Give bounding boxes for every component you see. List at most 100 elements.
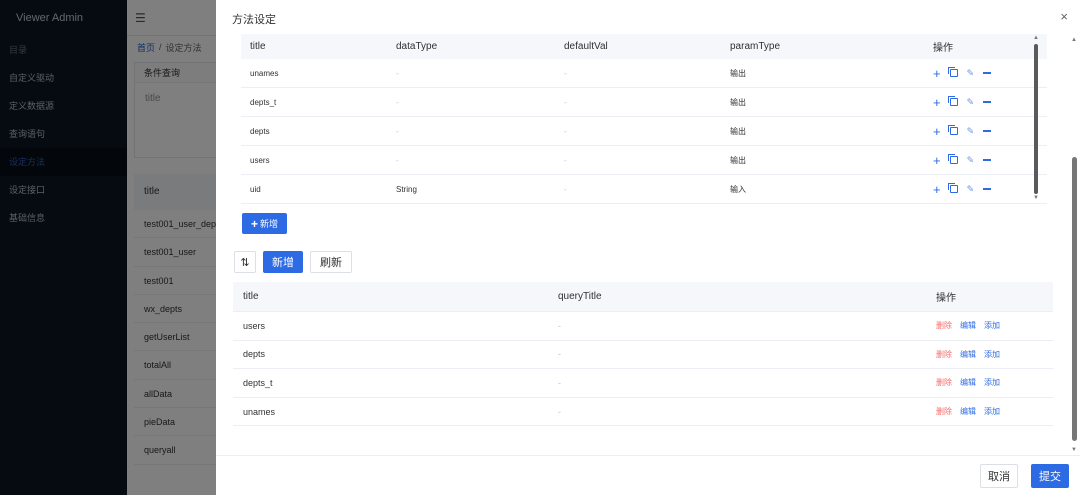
query-table: title queryTitle 操作 users - 删除 编辑 添加 dep…	[233, 282, 1053, 427]
add-link[interactable]: 添加	[984, 406, 1000, 417]
param-datatype: -	[396, 97, 399, 107]
param-defaultval: -	[564, 97, 567, 107]
plus-icon[interactable]: +	[933, 183, 941, 196]
param-datatype: String	[396, 184, 417, 194]
query-table-header: title queryTitle 操作	[233, 282, 1053, 312]
add-link[interactable]: 添加	[984, 349, 1000, 360]
minus-icon[interactable]	[983, 188, 992, 190]
param-paramtype: 输入	[730, 184, 746, 194]
scrollbar-thumb[interactable]	[1072, 157, 1077, 441]
edit-link[interactable]: 编辑	[960, 349, 976, 360]
copy-icon[interactable]	[947, 96, 958, 106]
edit-icon[interactable]: ✎	[967, 97, 975, 107]
copy-icon[interactable]	[947, 125, 958, 135]
query-querytitle: -	[558, 320, 561, 331]
edit-icon[interactable]: ✎	[967, 126, 975, 136]
edit-icon[interactable]: ✎	[967, 68, 975, 78]
plus-icon[interactable]: +	[933, 96, 941, 109]
query-title: depts_t	[243, 377, 273, 388]
delete-link[interactable]: 删除	[936, 349, 952, 360]
sort-icon[interactable]: ⇅	[234, 251, 256, 273]
copy-icon[interactable]	[947, 154, 958, 164]
edit-link[interactable]: 编辑	[960, 320, 976, 331]
edit-icon[interactable]: ✎	[967, 155, 975, 165]
param-title: uid	[250, 184, 261, 194]
add-query-button[interactable]: 新增	[263, 251, 303, 273]
copy-icon[interactable]	[947, 67, 958, 77]
plus-icon[interactable]: +	[933, 154, 941, 167]
query-actions: 删除 编辑 添加	[927, 349, 1053, 360]
query-title: users	[243, 320, 266, 331]
query-querytitle: -	[558, 377, 561, 388]
minus-icon[interactable]	[983, 101, 992, 103]
param-table: title dataType defaultVal paramType 操作 u…	[241, 34, 1047, 204]
param-title: depts	[250, 126, 270, 136]
param-row: depts - - 输出 + ✎	[241, 117, 1047, 146]
param-title: unames	[250, 68, 279, 78]
col-title: title	[243, 291, 259, 302]
col-actions: 操作	[936, 293, 956, 304]
scroll-down-icon[interactable]: ▼	[1071, 447, 1077, 453]
scroll-up-icon[interactable]: ▲	[1071, 37, 1077, 43]
param-paramtype: 输出	[730, 155, 746, 165]
add-param-button[interactable]: + 新增	[242, 213, 287, 234]
scroll-up-icon[interactable]: ▲	[1033, 35, 1039, 41]
param-row: uid String - 输入 + ✎	[241, 175, 1047, 204]
query-actions: 删除 编辑 添加	[927, 377, 1053, 388]
delete-link[interactable]: 删除	[936, 377, 952, 388]
param-row: users - - 输出 + ✎	[241, 146, 1047, 175]
param-actions: + ✎	[924, 96, 1047, 109]
cancel-button[interactable]: 取消	[980, 464, 1018, 488]
param-datatype: -	[396, 68, 399, 78]
query-row: unames - 删除 编辑 添加	[233, 398, 1053, 427]
plus-icon[interactable]: +	[933, 67, 941, 80]
param-actions: + ✎	[924, 154, 1047, 167]
param-paramtype: 输出	[730, 97, 746, 107]
drawer-scrollbar[interactable]: ▲ ▼	[1071, 37, 1078, 455]
param-paramtype: 输出	[730, 126, 746, 136]
param-paramtype: 输出	[730, 68, 746, 78]
refresh-button[interactable]: 刷新	[310, 251, 352, 273]
query-querytitle: -	[558, 406, 561, 417]
param-table-scrollbar[interactable]: ▲ ▼	[1033, 35, 1039, 203]
scrollbar-thumb[interactable]	[1034, 44, 1038, 194]
add-link[interactable]: 添加	[984, 320, 1000, 331]
col-defaultval: defaultVal	[564, 41, 608, 52]
scroll-down-icon[interactable]: ▼	[1033, 195, 1039, 201]
plus-icon[interactable]: +	[933, 125, 941, 138]
edit-link[interactable]: 编辑	[960, 377, 976, 388]
edit-icon[interactable]: ✎	[967, 184, 975, 194]
query-toolbar: ⇅ 新增 刷新	[234, 251, 352, 273]
param-datatype: -	[396, 126, 399, 136]
param-actions: + ✎	[924, 67, 1047, 80]
minus-icon[interactable]	[983, 159, 992, 161]
query-row: depts - 删除 编辑 添加	[233, 341, 1053, 370]
plus-icon: +	[250, 216, 258, 231]
edit-link[interactable]: 编辑	[960, 406, 976, 417]
query-querytitle: -	[558, 349, 561, 360]
minus-icon[interactable]	[983, 72, 992, 74]
query-row: depts_t - 删除 编辑 添加	[233, 369, 1053, 398]
param-defaultval: -	[564, 68, 567, 78]
query-title: depts	[243, 349, 266, 360]
minus-icon[interactable]	[983, 130, 992, 132]
close-icon[interactable]: ×	[1060, 10, 1068, 23]
add-param-label: 新增	[260, 219, 279, 229]
param-row: depts_t - - 输出 + ✎	[241, 88, 1047, 117]
param-defaultval: -	[564, 126, 567, 136]
param-table-header: title dataType defaultVal paramType 操作	[241, 34, 1047, 59]
param-actions: + ✎	[924, 183, 1047, 196]
param-datatype: -	[396, 155, 399, 165]
col-querytitle: queryTitle	[558, 291, 602, 302]
delete-link[interactable]: 删除	[936, 406, 952, 417]
param-defaultval: -	[564, 184, 567, 194]
add-link[interactable]: 添加	[984, 377, 1000, 388]
param-row: unames - - 输出 + ✎	[241, 59, 1047, 88]
col-paramtype: paramType	[730, 41, 781, 52]
delete-link[interactable]: 删除	[936, 320, 952, 331]
col-datatype: dataType	[396, 41, 438, 52]
submit-button[interactable]: 提交	[1031, 464, 1069, 488]
param-title: users	[250, 155, 270, 165]
drawer-title: 方法设定	[232, 14, 276, 26]
copy-icon[interactable]	[947, 183, 958, 193]
